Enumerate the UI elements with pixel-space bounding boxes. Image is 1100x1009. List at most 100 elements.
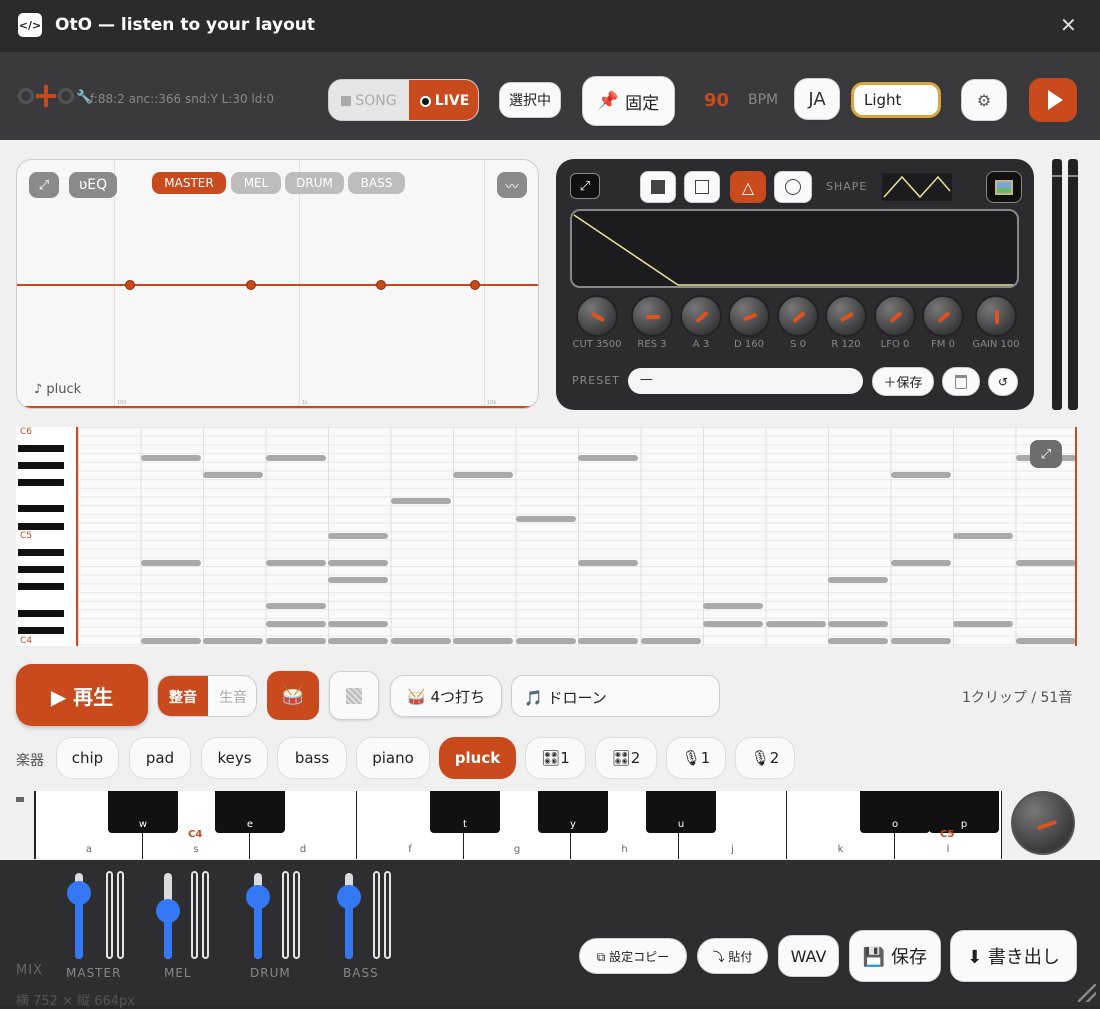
image-icon[interactable] (986, 171, 1022, 203)
tab-master[interactable]: MASTER (152, 172, 226, 194)
drone-select[interactable]: 🎵 ドローン (511, 675, 720, 717)
reset-button[interactable]: ↺ (988, 368, 1018, 396)
instrument-sampler-1[interactable]: 🎛1 (525, 737, 586, 779)
note[interactable] (328, 577, 388, 583)
resonance-knob[interactable] (631, 295, 673, 337)
release-knob[interactable] (825, 295, 867, 337)
language-button[interactable]: JA (794, 78, 840, 120)
instrument-sampler-2[interactable]: 🎛2 (595, 737, 657, 779)
note[interactable] (328, 533, 388, 539)
wav-button[interactable]: WAV (778, 935, 839, 977)
resize-grip-icon[interactable] (1078, 984, 1096, 1002)
note[interactable] (1016, 560, 1076, 566)
instrument-pluck[interactable]: pluck (439, 737, 516, 779)
note[interactable] (266, 621, 326, 627)
note[interactable] (391, 498, 451, 504)
note[interactable] (328, 621, 388, 627)
play-button[interactable] (1029, 78, 1077, 122)
eq-point-1[interactable] (125, 280, 135, 290)
pin-button[interactable]: 📌 固定 (582, 76, 675, 126)
seion-button[interactable]: 整音 (158, 676, 208, 716)
piano-roll[interactable]: C6 C5 C4 ⤢ (16, 427, 1078, 646)
trash-icon[interactable] (942, 367, 980, 396)
instrument-piano[interactable]: piano (356, 737, 430, 779)
note[interactable] (891, 638, 951, 644)
key-u[interactable]: u (646, 791, 716, 833)
bass-fader[interactable] (337, 873, 361, 959)
tab-drum[interactable]: DRUM (285, 172, 344, 194)
lfo-knob[interactable] (874, 295, 916, 337)
note[interactable] (266, 560, 326, 566)
fm-knob[interactable] (922, 295, 964, 337)
note[interactable] (328, 560, 388, 566)
gain-knob[interactable] (975, 295, 1017, 337)
note[interactable] (891, 472, 951, 478)
eq-point-4[interactable] (470, 280, 480, 290)
key-w[interactable]: w (108, 791, 178, 833)
key-e[interactable]: e (215, 791, 285, 833)
note[interactable] (578, 560, 638, 566)
note[interactable] (703, 603, 763, 609)
note[interactable] (453, 638, 513, 644)
mel-fader[interactable] (156, 873, 180, 959)
bpm-value[interactable]: 90 (704, 90, 729, 111)
note[interactable] (141, 638, 201, 644)
shape-circle-button[interactable] (774, 171, 812, 203)
close-icon[interactable]: ✕ (1060, 13, 1077, 37)
drum-fader[interactable] (246, 873, 270, 959)
play-big-button[interactable]: ▶ 再生 (16, 664, 148, 726)
save-button[interactable]: 💾 保存 (849, 930, 941, 982)
roll-expand-button[interactable]: ⤢ (1030, 440, 1062, 468)
synth-expand-button[interactable]: ⤢ (570, 173, 600, 199)
shape-triangle-button[interactable]: △ (730, 171, 766, 203)
sustain-knob[interactable] (777, 295, 819, 337)
keyboard-handle[interactable] (16, 797, 24, 802)
key-y[interactable]: y (538, 791, 608, 833)
preset-save-button[interactable]: ＋保存 (872, 367, 934, 396)
note[interactable] (203, 472, 263, 478)
key-t[interactable]: t (430, 791, 500, 833)
tab-bass[interactable]: BASS (348, 172, 405, 194)
master-fader[interactable] (67, 873, 91, 959)
key-p[interactable]: p (929, 791, 999, 833)
cutoff-knob[interactable] (576, 295, 618, 337)
note[interactable] (266, 638, 326, 644)
note[interactable] (891, 560, 951, 566)
note[interactable] (578, 638, 638, 644)
shape-square-filled-button[interactable] (640, 171, 676, 203)
mode-live-button[interactable]: LIVE (409, 80, 478, 120)
note[interactable] (953, 533, 1013, 539)
instrument-keys[interactable]: keys (201, 737, 268, 779)
preset-select[interactable]: — (628, 368, 863, 394)
four-on-floor-button[interactable]: 🥁 4つ打ち (390, 675, 502, 717)
namaon-button[interactable]: 生音 (208, 676, 256, 716)
instrument-mic-1[interactable]: 🎙1 (666, 737, 726, 779)
instrument-mic-2[interactable]: 🎙2 (735, 737, 795, 779)
decay-knob[interactable] (728, 295, 770, 337)
paste-button[interactable]: ⤵ 貼付 (697, 938, 768, 974)
gear-icon[interactable]: ⚙ (961, 79, 1007, 121)
note[interactable] (828, 638, 888, 644)
wave-button[interactable]: 〰 (497, 172, 527, 198)
key-o[interactable]: o (860, 791, 930, 833)
keyboard-volume-knob[interactable] (1011, 791, 1075, 855)
eq-point-2[interactable] (246, 280, 256, 290)
drum-icon[interactable]: 🥁 (267, 671, 319, 720)
note[interactable] (141, 560, 201, 566)
note[interactable] (516, 516, 576, 522)
theme-select[interactable]: Light (851, 82, 941, 118)
copy-settings-button[interactable]: ⧉ 設定コピー (579, 938, 687, 974)
note[interactable] (141, 455, 201, 461)
note[interactable] (516, 638, 576, 644)
attack-knob[interactable] (680, 295, 722, 337)
pattern-icon[interactable] (329, 671, 379, 720)
note[interactable] (703, 621, 763, 627)
mode-song-button[interactable]: SONG (329, 80, 409, 120)
export-button[interactable]: ⬇ 書き出し (950, 930, 1077, 982)
note[interactable] (328, 638, 388, 644)
note[interactable] (766, 621, 826, 627)
eq-expand-button[interactable]: ⤢ (29, 172, 59, 198)
ueq-button[interactable]: ʋEQ (69, 172, 117, 198)
instrument-chip[interactable]: chip (56, 737, 119, 779)
selecting-button[interactable]: 選択中 (499, 82, 561, 118)
